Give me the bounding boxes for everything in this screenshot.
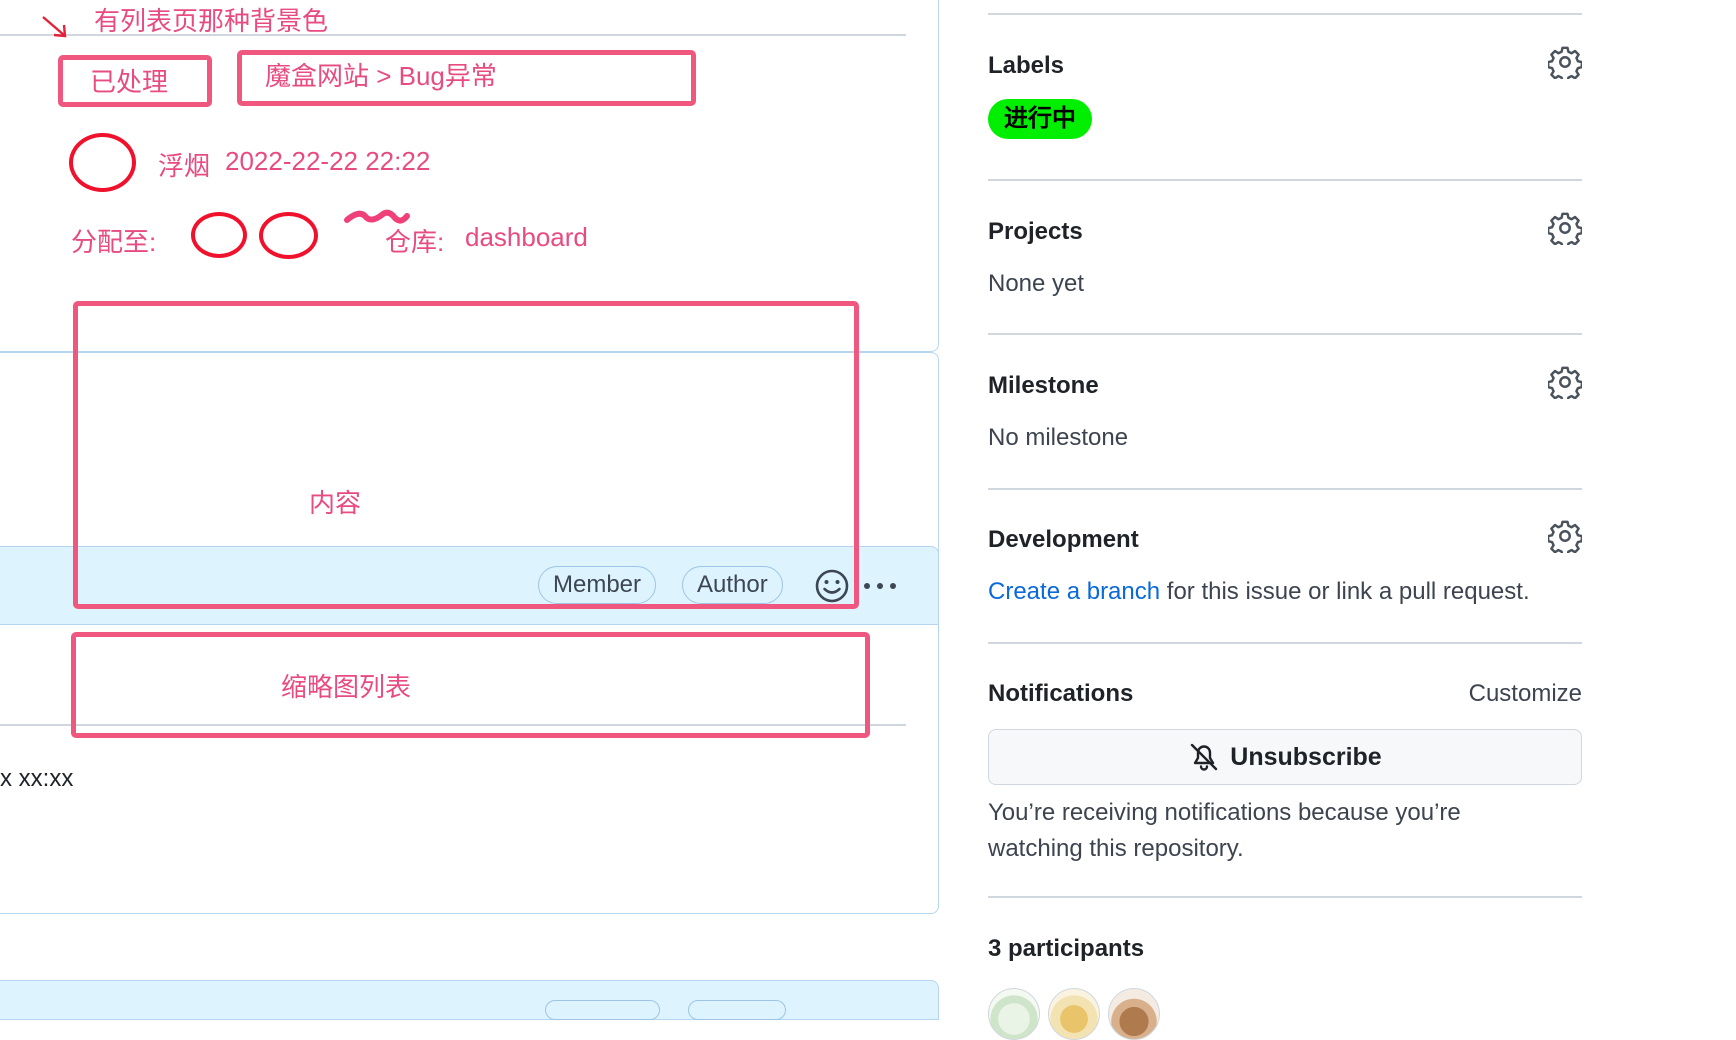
- thumbnail-label: 缩略图列表: [281, 672, 412, 702]
- unsubscribe-label: Unsubscribe: [1230, 742, 1382, 771]
- divider: [988, 333, 1582, 335]
- label-in-progress[interactable]: 进行中: [988, 99, 1092, 139]
- milestone-value: No milestone: [988, 424, 1129, 451]
- notifications-heading: Notifications: [988, 680, 1134, 707]
- author-time: 2022-22-22 22:22: [225, 146, 431, 176]
- assignee-avatar-placeholder: [191, 212, 247, 258]
- repo-label: 仓库:: [385, 227, 445, 257]
- comment-header: [0, 980, 939, 1020]
- projects-value: None yet: [988, 270, 1085, 297]
- author-name: 浮烟: [158, 151, 211, 181]
- status-text: 已处理: [90, 67, 169, 97]
- author-badge: [688, 1000, 786, 1020]
- breadcrumb: 魔盒网站 > Bug异常: [265, 61, 497, 91]
- avatar[interactable]: [1048, 988, 1100, 1040]
- gear-icon[interactable]: [1548, 211, 1582, 245]
- divider: [988, 896, 1582, 898]
- thumbnail-box: [71, 632, 870, 738]
- member-badge: [545, 1000, 660, 1020]
- assignee-avatar-placeholder: [259, 212, 318, 259]
- gear-icon[interactable]: [1548, 365, 1582, 399]
- development-text: Create a branch for this issue or link a…: [988, 578, 1530, 606]
- divider: [988, 642, 1582, 644]
- gear-icon[interactable]: [1548, 519, 1582, 553]
- content-label: 内容: [309, 488, 362, 518]
- gear-icon[interactable]: [1548, 45, 1582, 79]
- avatar-placeholder: [69, 133, 136, 192]
- comment-timestamp: x xx:xx: [0, 765, 74, 792]
- unsubscribe-button[interactable]: Unsubscribe: [988, 729, 1582, 785]
- content-box: [73, 301, 859, 609]
- notification-desc-line: watching this repository.: [988, 835, 1244, 862]
- participants-heading: 3 participants: [988, 935, 1145, 962]
- development-heading[interactable]: Development: [988, 526, 1139, 554]
- labels-heading[interactable]: Labels: [988, 52, 1064, 80]
- milestone-heading[interactable]: Milestone: [988, 372, 1099, 400]
- create-branch-link[interactable]: Create a branch: [988, 578, 1160, 605]
- kebab-icon[interactable]: [862, 580, 898, 592]
- notification-desc-line: You’re receiving notifications because y…: [988, 799, 1461, 826]
- divider: [988, 179, 1582, 181]
- divider: [988, 13, 1582, 15]
- avatar[interactable]: [1108, 988, 1160, 1040]
- bell-slash-icon: [1191, 743, 1218, 771]
- background-note: 有列表页那种背景色: [94, 6, 329, 36]
- assign-label: 分配至:: [71, 227, 157, 257]
- divider: [988, 488, 1582, 490]
- projects-heading[interactable]: Projects: [988, 218, 1083, 246]
- red-arrow-icon: [42, 16, 67, 38]
- development-rest-text: for this issue or link a pull request.: [1160, 578, 1530, 605]
- avatar[interactable]: [988, 988, 1040, 1040]
- customize-link[interactable]: Customize: [1469, 680, 1582, 708]
- notification-description: You’re receiving notifications because y…: [988, 795, 1461, 867]
- repo-name: dashboard: [465, 222, 588, 252]
